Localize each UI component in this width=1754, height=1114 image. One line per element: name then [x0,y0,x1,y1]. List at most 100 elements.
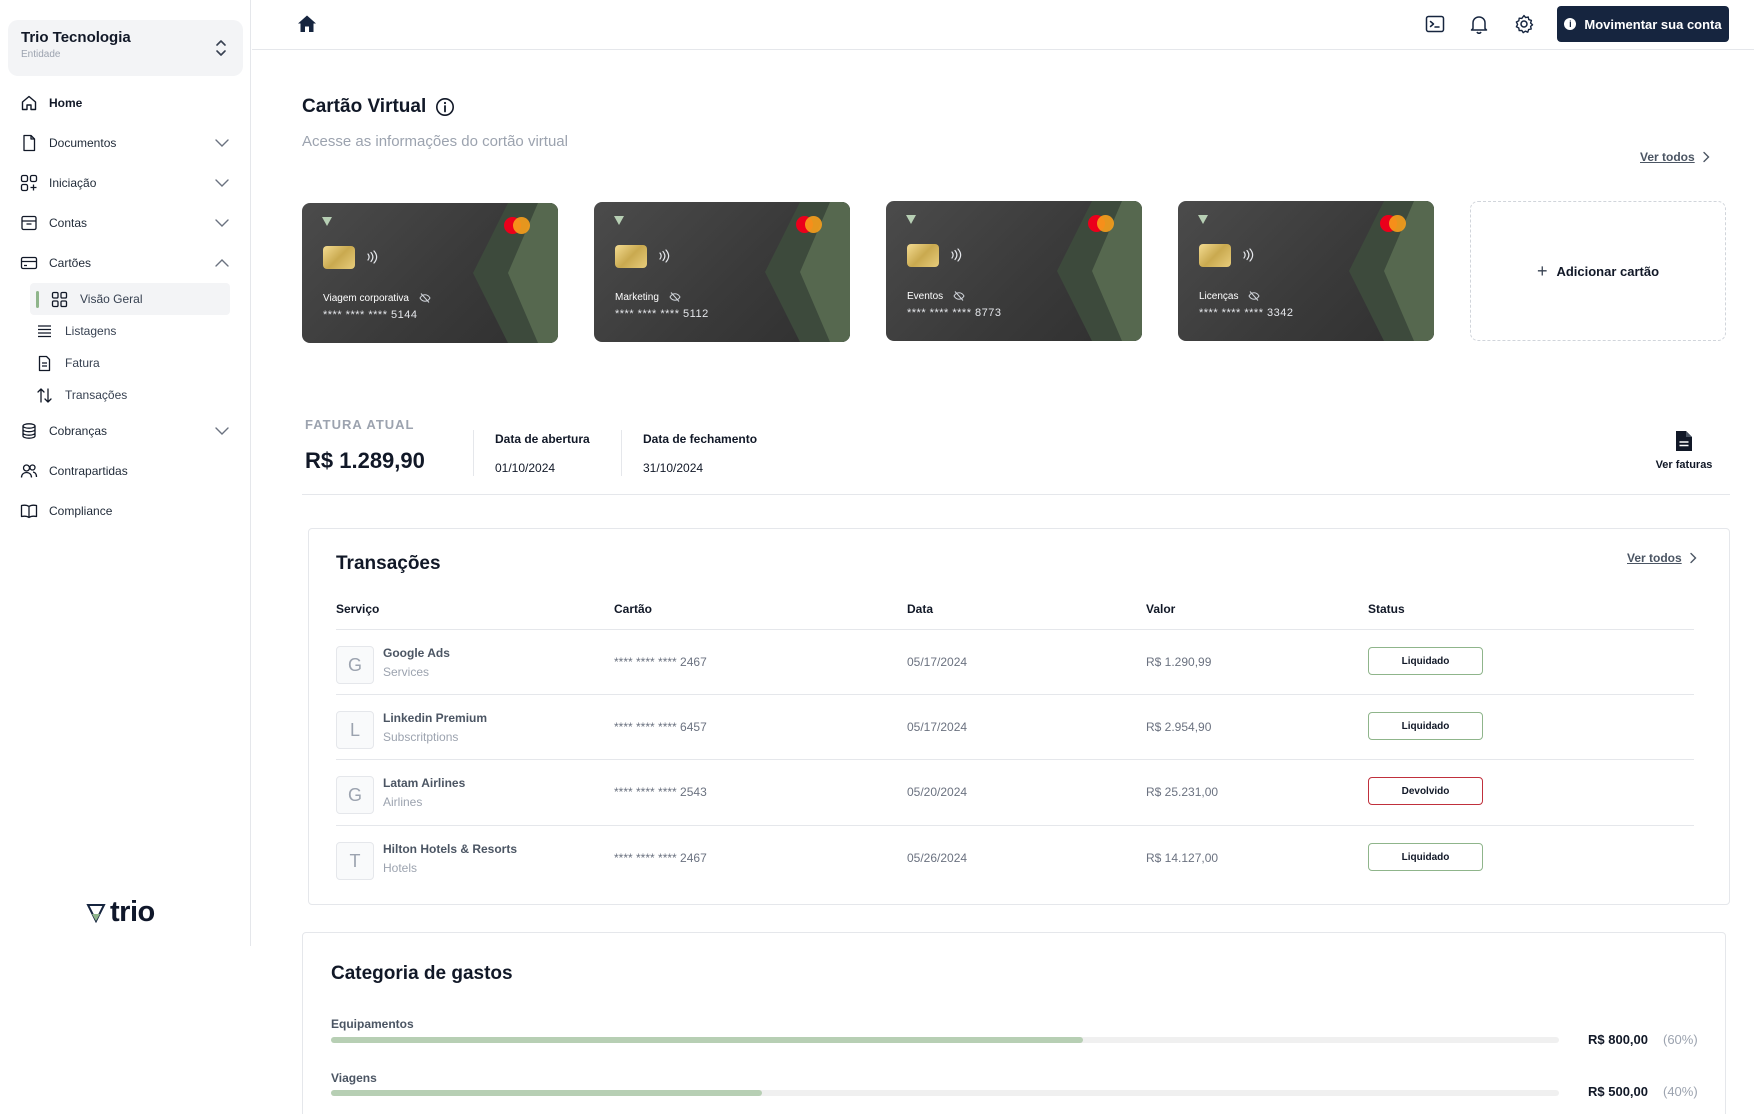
mastercard-logo [1380,215,1406,232]
table-row[interactable]: G Latam Airlines Airlines **** **** ****… [336,759,1694,824]
card-name: Marketing [615,291,681,303]
users-icon [20,464,38,478]
grid-plus-icon [20,174,38,192]
sidebar-item-cartoes[interactable]: Cartões [0,243,251,283]
table-row[interactable]: L Linkedin Premium Subscritptions **** *… [336,694,1694,759]
sidebar-item-compliance[interactable]: Compliance [0,491,251,531]
see-all-label: Ver todos [1640,150,1695,164]
chevron-up-down-icon [216,40,226,56]
spending-categories-panel: Categoria de gastos Equipamentos R$ 800,… [302,932,1726,1114]
bell-icon[interactable] [1468,13,1490,35]
home-icon[interactable] [296,13,318,35]
virtual-card[interactable]: Viagem corporativa **** **** **** 5144 [302,203,558,343]
sidebar-subitem-fatura[interactable]: Fatura [0,347,251,379]
gear-icon[interactable] [1513,13,1535,35]
sidebar-item-label: Cobranças [49,424,108,438]
service-category: Subscritptions [383,730,459,744]
brand-triangle-icon [906,215,916,224]
add-card-button[interactable]: + Adicionar cartão [1470,201,1726,341]
add-card-label: Adicionar cartão [1556,263,1660,279]
sidebar-item-iniciacao[interactable]: Iniciação [0,163,251,203]
service-name: Latam Airlines [383,776,466,790]
card-number: **** **** **** 5112 [615,308,709,320]
eye-off-icon[interactable] [953,290,965,302]
brand-triangle-icon [322,217,332,226]
move-account-button[interactable]: i Movimentar sua conta [1557,6,1729,42]
transactions-title: Transações [336,553,441,574]
card-name-text: Viagem corporativa [323,292,409,304]
info-dot-icon: i [1564,18,1577,30]
card-name-text: Eventos [907,290,944,302]
sidebar-subitem-listagens[interactable]: Listagens [0,315,251,347]
sidebar-item-label: Contrapartidas [49,464,128,478]
sidebar-item-label: Documentos [49,136,117,150]
card-name-text: Licenças [1199,290,1239,302]
service-category: Airlines [383,795,423,809]
cards-see-all-link[interactable]: Ver todos [1640,150,1711,164]
card-number: **** **** **** 3342 [1199,307,1294,319]
mastercard-logo [1088,215,1114,232]
virtual-card[interactable]: Licenças **** **** **** 3342 [1178,201,1434,341]
open-date-value: 01/10/2024 [495,461,556,475]
status-badge: Devolvido [1368,777,1483,805]
contactless-icon [659,249,670,263]
status-badge: Liquidado [1368,843,1483,871]
value-cell: R$ 2.954,90 [1146,720,1212,734]
category-progress-fill [331,1037,1083,1043]
virtual-card[interactable]: Eventos **** **** **** 8773 [886,201,1142,341]
chevron-up-icon [215,259,229,267]
virtual-card[interactable]: Marketing **** **** **** 5112 [594,202,850,342]
service-name: Hilton Hotels & Resorts [383,842,518,856]
sidebar-subitem-transacoes[interactable]: Transações [0,379,251,411]
column-header-service: Serviço [336,602,380,616]
card-decoration [765,202,850,342]
grid-icon [51,291,68,307]
terminal-icon[interactable] [1424,13,1446,35]
service-avatar: L [336,711,374,749]
credit-card-icon [20,256,38,270]
close-date-label: Data de fechamento [643,432,758,446]
see-invoices-label: Ver faturas [1655,459,1713,471]
sidebar-item-documentos[interactable]: Documentos [0,123,251,163]
card-chip [323,246,355,269]
document-icon [23,134,36,152]
chevron-down-icon [215,139,229,147]
sidebar-item-cobrancas[interactable]: Cobranças [0,411,251,451]
transactions-see-all-link[interactable]: Ver todos [1627,551,1698,565]
chevron-right-icon [1702,151,1710,163]
service-category: Hotels [383,861,418,875]
sidebar-item-home[interactable]: Home [0,83,251,123]
category-progress-track [331,1090,1559,1096]
card-chip [907,244,939,267]
card-name-text: Marketing [615,291,659,303]
card-number-cell: **** **** **** 2467 [614,851,707,865]
invoice-label: FATURA ATUAL [305,417,415,432]
see-all-label: Ver todos [1627,551,1682,565]
entity-name: Trio Tecnologia [21,29,131,46]
eye-off-icon[interactable] [669,291,681,303]
date-cell: 05/20/2024 [907,785,968,799]
transactions-panel: Transações Ver todos Serviço Cartão Data… [308,528,1730,905]
sidebar-item-contrapartidas[interactable]: Contrapartidas [0,451,251,491]
file-icon [1676,431,1692,451]
cards-title-text: Cartão Virtual [302,96,427,117]
entity-switcher[interactable]: Trio Tecnologia Entidade [8,20,243,76]
card-number-cell: **** **** **** 6457 [614,720,707,734]
brand-logo: trio [86,896,155,929]
see-invoices-button[interactable]: Ver faturas [1650,430,1718,471]
sidebar-subitem-visao-geral[interactable]: Visão Geral [30,283,230,315]
eye-off-icon[interactable] [419,292,431,304]
eye-off-icon[interactable] [1248,290,1261,302]
card-decoration [473,203,558,343]
sidebar-item-contas[interactable]: Contas [0,203,251,243]
date-cell: 05/26/2024 [907,851,968,865]
column-header-status: Status [1368,602,1405,616]
info-icon[interactable] [435,97,455,117]
arrows-up-down-icon [37,387,52,403]
table-row[interactable]: G Google Ads Services **** **** **** 246… [336,629,1694,694]
card-name: Viagem corporativa [323,292,431,304]
category-amount: R$ 800,00 [1588,1032,1648,1047]
service-name: Linkedin Premium [383,711,488,725]
category-label: Viagens [331,1071,377,1085]
table-row[interactable]: T Hilton Hotels & Resorts Hotels **** **… [336,825,1694,890]
